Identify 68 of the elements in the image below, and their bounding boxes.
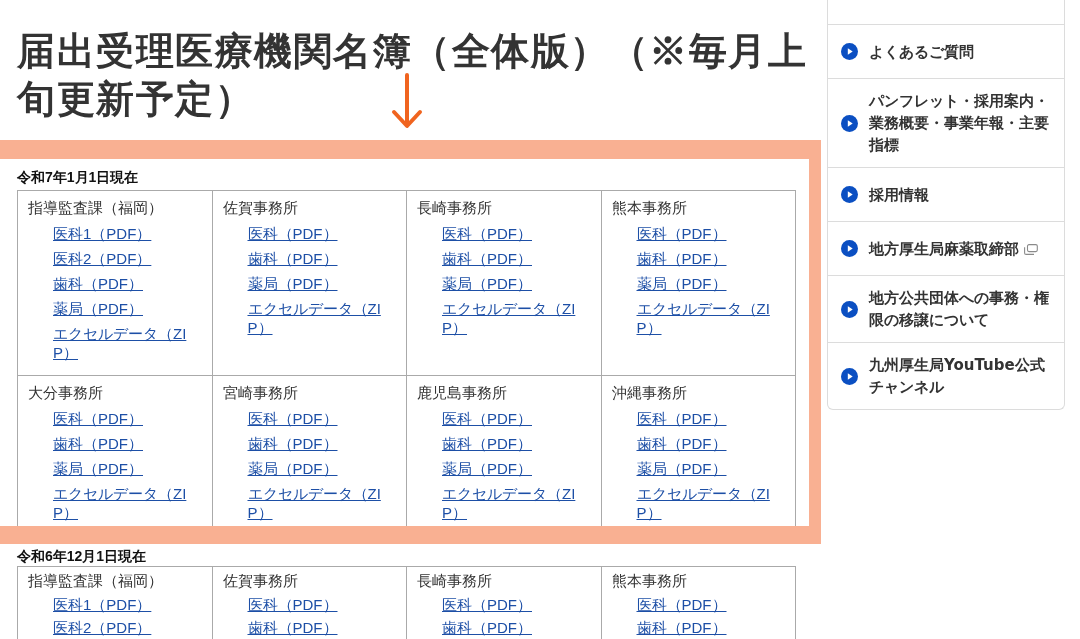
sidebar-link[interactable]: 採用情報 [828,167,1064,221]
file-link[interactable]: 医科（PDF） [247,409,338,428]
office-name: 佐賀事務所 [222,571,299,591]
file-link[interactable]: エクセルデータ（ZIP） [636,484,779,522]
file-link[interactable]: 歯科（PDF） [442,249,532,268]
play-circle-icon [841,240,858,257]
file-link[interactable]: 医科2（PDF） [53,618,152,637]
file-link[interactable]: 医科（PDF） [53,409,143,428]
file-link[interactable]: 医科2（PDF） [53,249,152,268]
file-link[interactable]: 医科（PDF） [636,595,727,614]
file-link[interactable]: 医科（PDF） [247,224,338,243]
office-name: 熊本事務所 [611,198,688,218]
file-link[interactable]: エクセルデータ（ZIP） [53,484,196,522]
file-link[interactable]: 薬局（PDF） [636,274,727,293]
sidebar-link[interactable]: パンフレット・採用案内・業務概要・事業年報・主要指標 [828,78,1064,167]
file-link[interactable]: エクセルデータ（ZIP） [442,484,585,522]
file-link[interactable]: 薬局（PDF） [53,459,143,478]
office-name: 熊本事務所 [611,571,688,591]
file-link[interactable]: 歯科（PDF） [53,434,143,453]
file-link[interactable]: 薬局（PDF） [247,459,338,478]
file-link[interactable]: 医科1（PDF） [53,595,152,614]
file-link[interactable]: 薬局（PDF） [247,274,338,293]
play-circle-icon [841,186,858,203]
file-link[interactable]: 歯科（PDF） [247,434,338,453]
office-name: 沖縄事務所 [611,383,688,403]
play-circle-icon [841,43,858,60]
file-link[interactable]: 医科（PDF） [442,224,532,243]
office-name: 長崎事務所 [417,198,493,218]
file-link[interactable]: 歯科（PDF） [247,618,338,637]
sidebar-link[interactable]: よくあるご質問 [828,24,1064,78]
file-link[interactable]: 歯科（PDF） [53,274,143,293]
date-heading: 令和6年12月1日現在 [17,547,148,565]
file-link[interactable]: 医科（PDF） [442,595,532,614]
file-link[interactable]: 薬局（PDF） [636,459,727,478]
file-link[interactable]: 歯科（PDF） [442,434,532,453]
file-link[interactable]: エクセルデータ（ZIP） [247,299,390,337]
office-name: 指導監査課（福岡） [28,571,164,591]
office-name: 宮崎事務所 [222,383,299,403]
file-link[interactable]: 歯科（PDF） [442,618,532,637]
file-link[interactable]: 歯科（PDF） [636,249,727,268]
office-name: 佐賀事務所 [222,198,299,218]
file-link[interactable]: 薬局（PDF） [442,459,532,478]
file-link[interactable]: 医科1（PDF） [53,224,152,243]
office-name: 鹿児島事務所 [417,383,508,403]
file-link[interactable]: 医科（PDF） [636,409,727,428]
file-link[interactable]: 医科（PDF） [636,224,727,243]
office-name: 長崎事務所 [417,571,493,591]
file-link[interactable]: 薬局（PDF） [442,274,532,293]
file-link[interactable]: 薬局（PDF） [53,299,143,318]
file-link[interactable]: エクセルデータ（ZIP） [442,299,585,337]
play-circle-icon [841,367,858,385]
file-link[interactable]: 歯科（PDF） [636,618,727,637]
file-link[interactable]: エクセルデータ（ZIP） [247,484,390,522]
page-title: 届出受理医療機関名簿（全体版）（※毎月上旬更新予定） [17,29,808,122]
file-link[interactable]: 医科（PDF） [247,595,338,614]
office-name: 指導監査課（福岡） [28,198,164,218]
file-link[interactable]: 歯科（PDF） [636,434,727,453]
date-heading: 令和7年1月1日現在 [17,168,140,187]
play-circle-icon [841,114,858,132]
sidebar-link[interactable]: 九州厚生局YouTube公式チャンネル [828,342,1064,409]
file-link[interactable]: 医科（PDF） [442,409,532,428]
file-link[interactable]: 歯科（PDF） [247,249,338,268]
play-circle-icon [841,300,858,318]
sidebar-link[interactable]: 地方厚生局麻薬取締部 [828,221,1064,275]
office-name: 大分事務所 [28,383,104,403]
file-link[interactable]: エクセルデータ（ZIP） [636,299,779,337]
file-link[interactable]: エクセルデータ（ZIP） [53,324,196,362]
sidebar-link[interactable]: 地方公共団体への事務・権限の移譲について [828,275,1064,342]
